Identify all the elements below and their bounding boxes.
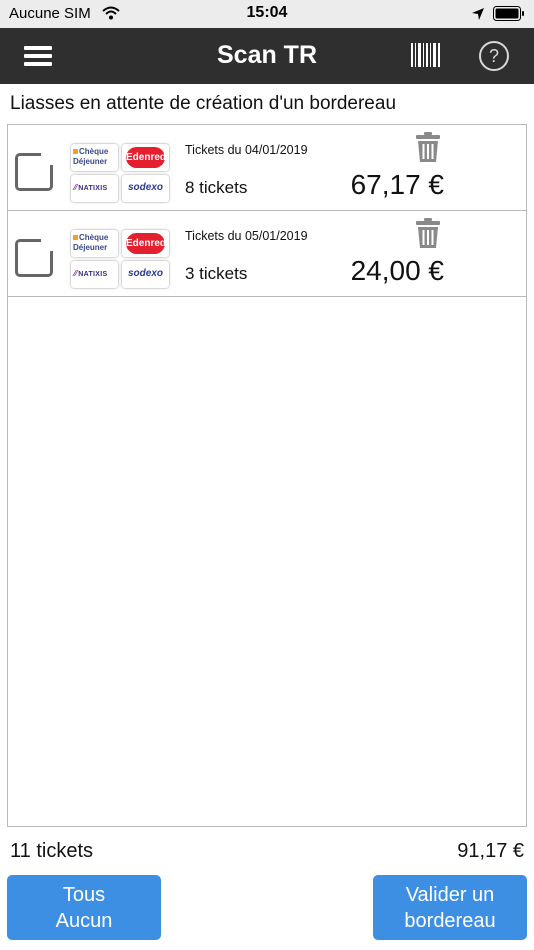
total-amount: 91,17 €	[457, 840, 524, 862]
batch-row[interactable]: Chèque Déjeuner Edenred ⁄⁄NATIXIS sodexo …	[8, 125, 526, 211]
location-arrow-icon	[472, 8, 484, 20]
batch-date: Tickets du 05/01/2019	[185, 229, 308, 243]
status-bar: Aucune SIM 15:04	[0, 0, 534, 28]
total-ticket-count: 11 tickets	[10, 840, 93, 862]
batch-row[interactable]: Chèque Déjeuner Edenred ⁄⁄NATIXIS sodexo …	[8, 211, 526, 297]
barcode-scan-icon[interactable]	[410, 42, 442, 68]
select-all-none-button[interactable]: Tous Aucun	[7, 875, 161, 940]
batch-date: Tickets du 04/01/2019	[185, 143, 308, 157]
validate-label-line2: bordereau	[404, 910, 496, 932]
natixis-logo: ⁄⁄NATIXIS	[71, 261, 118, 288]
status-time: 15:04	[246, 4, 288, 21]
batch-checkbox[interactable]	[15, 237, 55, 277]
sodexo-logo: sodexo	[122, 261, 169, 288]
page-title: Scan TR	[216, 41, 318, 69]
sodexo-logo: sodexo	[122, 175, 169, 202]
cheque-dejeuner-logo: Chèque Déjeuner	[71, 230, 118, 257]
cheque-dejeuner-logo: Chèque Déjeuner	[71, 144, 118, 171]
batch-ticket-count: 3 tickets	[185, 264, 248, 283]
batch-amount: 24,00 €	[350, 255, 444, 286]
help-icon[interactable]: ?	[479, 41, 509, 71]
batch-checkbox[interactable]	[15, 151, 55, 191]
trash-icon[interactable]	[414, 217, 442, 249]
validate-label-line1: Valider un	[405, 884, 495, 906]
batch-amount: 67,17 €	[350, 169, 444, 200]
edenred-logo: Edenred	[122, 144, 169, 171]
battery-icon	[493, 6, 524, 21]
edenred-logo: Edenred	[122, 230, 169, 257]
batch-ticket-count: 8 tickets	[185, 178, 248, 197]
select-all-label: Tous	[62, 884, 106, 906]
select-none-label: Aucun	[55, 910, 113, 932]
natixis-logo: ⁄⁄NATIXIS	[71, 175, 118, 202]
section-title: Liasses en attente de création d'un bord…	[10, 93, 397, 114]
batch-list: Chèque Déjeuner Edenred ⁄⁄NATIXIS sodexo …	[7, 124, 527, 827]
nav-bar: Scan TR ?	[0, 28, 534, 84]
validate-bordereau-button[interactable]: Valider un bordereau	[373, 875, 527, 940]
trash-icon[interactable]	[414, 131, 442, 163]
